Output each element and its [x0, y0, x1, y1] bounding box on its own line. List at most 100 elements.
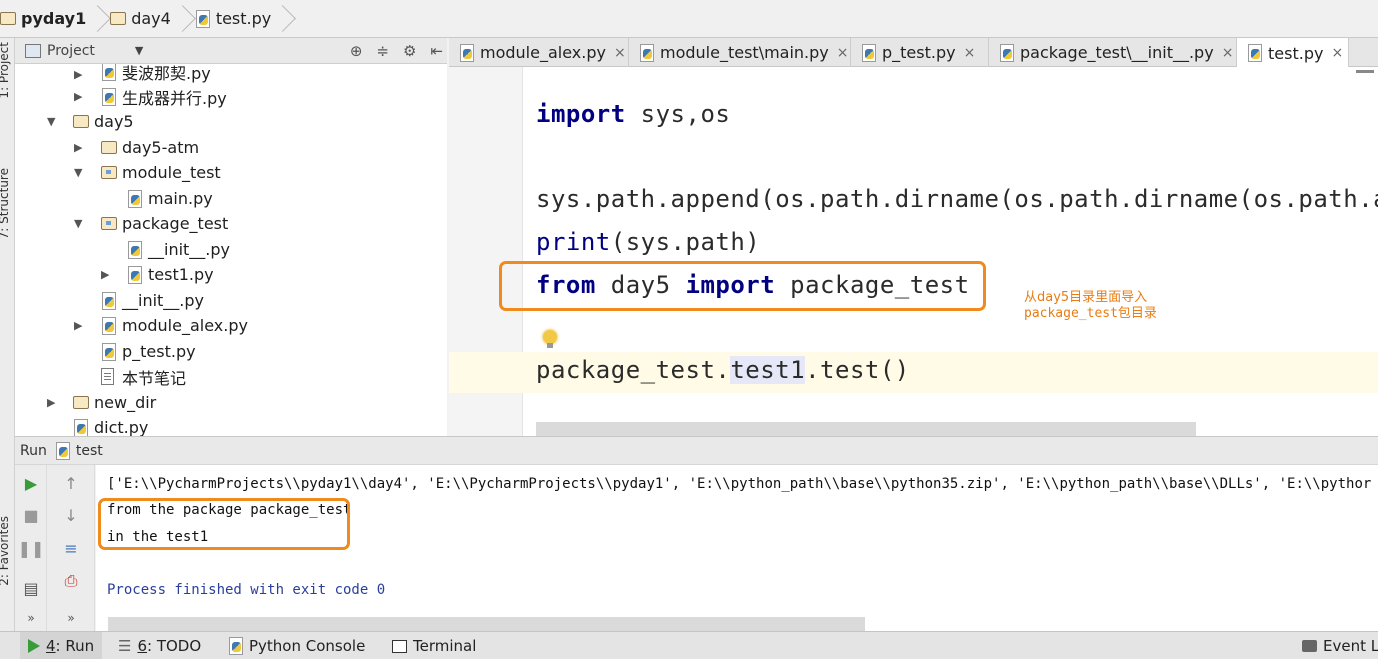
text-file-icon [101, 368, 114, 385]
code-text: .test() [805, 356, 910, 384]
tab-p-test[interactable]: p_test.py × [851, 38, 989, 67]
python-file-icon [861, 43, 876, 62]
project-tree: ▶ 斐波那契.py ▶ 生成器并行.py ▼ day5 ▶ day5-atm ▼… [15, 64, 447, 436]
tree-item[interactable]: module_alex.py [101, 313, 248, 338]
tab-module-alex[interactable]: module_alex.py × [449, 38, 629, 67]
project-view-icon [25, 43, 41, 58]
collapse-arrow-icon[interactable]: ▼ [74, 166, 82, 179]
more-icon[interactable]: » [21, 608, 41, 628]
code-line[interactable]: print(sys.path) [536, 228, 760, 256]
tree-item-label: module_alex.py [122, 316, 248, 335]
todo-tool-button[interactable]: ☰ 6: TODO [118, 632, 201, 659]
expand-arrow-icon[interactable]: ▶ [74, 141, 82, 154]
code-line[interactable]: import sys,os [536, 100, 730, 128]
editor-tab-bar: module_alex.py × module_test\main.py × p_t… [449, 38, 1378, 68]
tree-item[interactable]: __init__.py [127, 237, 230, 262]
run-tool-button[interactable]: 4: Run [20, 632, 103, 659]
expand-arrow-icon[interactable]: ▶ [74, 68, 82, 81]
close-icon[interactable]: × [1331, 45, 1343, 61]
run-config-name[interactable]: test [76, 443, 103, 459]
folder-icon [110, 12, 127, 25]
tree-item-label: day5-atm [122, 138, 200, 157]
expand-arrow-icon[interactable]: ▶ [74, 90, 82, 103]
tab-package-test-init[interactable]: package_test\__init__.py × [989, 38, 1237, 67]
folder-icon [73, 115, 89, 128]
tool-label: Terminal [413, 637, 477, 655]
collapse-arrow-icon[interactable]: ▼ [47, 115, 55, 128]
annotation-box [499, 261, 986, 311]
python-console-button[interactable]: Python Console [228, 632, 365, 659]
more-icon[interactable]: » [61, 608, 81, 628]
expand-arrow-icon[interactable]: ▶ [74, 319, 82, 332]
tab-module-test-main[interactable]: module_test\main.py × [629, 38, 851, 67]
tool-window-project[interactable]: 1: Project [0, 42, 11, 99]
tree-item[interactable]: main.py [127, 186, 213, 211]
breadcrumb-label: pyday1 [21, 9, 87, 28]
breadcrumb-item-test-py[interactable]: test.py [195, 0, 295, 37]
collapse-all-icon[interactable]: ≑ [376, 42, 389, 60]
tree-item[interactable]: day5-atm [101, 135, 199, 160]
navigation-bar: pyday1 day4 test.py [0, 0, 1378, 38]
gear-icon[interactable]: ⚙ [403, 42, 416, 60]
dropdown-arrow-icon[interactable]: ▼ [135, 44, 143, 57]
chevron-right-icon [275, 0, 289, 38]
event-log-button[interactable]: Event Lo [1302, 632, 1378, 659]
tree-item[interactable]: test1.py [127, 262, 214, 287]
soft-wrap-icon[interactable]: ≡ [61, 538, 81, 558]
expand-arrow-icon[interactable]: ▶ [101, 268, 109, 281]
python-file-icon [73, 418, 88, 436]
console-horizontal-scrollbar[interactable] [108, 617, 865, 631]
tool-window-favorites[interactable]: 2: Favorites [0, 516, 11, 586]
tree-item[interactable]: new_dir [73, 390, 156, 415]
close-icon[interactable]: × [837, 45, 849, 61]
breadcrumb-item-day4[interactable]: day4 [110, 0, 195, 37]
output-annotation-box [98, 498, 350, 550]
tree-item[interactable]: dict.py [73, 415, 148, 436]
code-text: (sys.path) [610, 228, 761, 256]
run-icon [28, 639, 40, 653]
stop-icon[interactable]: ■ [21, 505, 41, 525]
project-panel-title[interactable]: Project [47, 43, 95, 59]
tree-item[interactable]: 斐波那契.py [101, 64, 211, 84]
lightbulb-icon[interactable] [543, 330, 557, 348]
code-text: sys.path.append(os.path.dirname(os.path.… [536, 185, 1378, 213]
chevron-right-icon [90, 0, 104, 38]
editor-horizontal-scrollbar[interactable] [536, 422, 1196, 436]
close-icon[interactable]: × [1222, 45, 1234, 61]
locate-icon[interactable]: ⊕ [350, 42, 363, 60]
python-file-icon [101, 316, 116, 335]
close-icon[interactable]: × [964, 45, 976, 61]
scroll-down-icon[interactable]: ↓ [61, 505, 81, 525]
pause-icon[interactable]: ❚❚ [18, 538, 45, 558]
tree-item-label: new_dir [94, 393, 157, 412]
rerun-icon[interactable]: ▶ [21, 473, 41, 493]
code-line[interactable]: package_test.test1.test() [536, 356, 910, 384]
tree-item[interactable]: 生成器并行.py [101, 84, 227, 109]
tree-item-label: test1.py [148, 265, 214, 284]
tree-item[interactable]: module_test [101, 160, 221, 185]
annotation-note: 从day5目录里面导入 package_test包目录 [1024, 290, 1157, 322]
tool-label: : Run [55, 637, 95, 655]
tool-window-structure[interactable]: 7: Structure [0, 168, 11, 239]
folder-icon [101, 141, 117, 154]
hide-panel-icon[interactable]: ⇤ [430, 42, 443, 60]
breadcrumb-item-pyday1[interactable]: pyday1 [0, 0, 110, 37]
code-line[interactable]: sys.path.append(os.path.dirname(os.path.… [536, 185, 1378, 213]
run-toolbar-secondary: ↑ ↓ ≡ ⎙ » [47, 465, 95, 631]
tree-item[interactable]: __init__.py [101, 288, 204, 313]
scroll-up-icon[interactable]: ↑ [61, 473, 81, 493]
tree-item[interactable]: package_test [101, 211, 228, 236]
tree-item[interactable]: day5 [73, 109, 134, 134]
tree-item-label: __init__.py [148, 240, 231, 259]
tree-item-label: 本节笔记 [122, 368, 187, 388]
expand-arrow-icon[interactable]: ▶ [47, 396, 55, 409]
print-icon[interactable]: ⎙ [61, 571, 81, 591]
tree-item[interactable]: p_test.py [101, 339, 196, 364]
terminal-button[interactable]: Terminal [392, 632, 476, 659]
layout-icon[interactable]: ▤ [21, 578, 41, 598]
close-icon[interactable]: × [614, 45, 626, 61]
python-file-icon [195, 9, 210, 28]
tab-test-py[interactable]: test.py × [1237, 38, 1349, 68]
tree-item[interactable]: 本节笔记 [101, 364, 186, 389]
collapse-arrow-icon[interactable]: ▼ [74, 217, 82, 230]
